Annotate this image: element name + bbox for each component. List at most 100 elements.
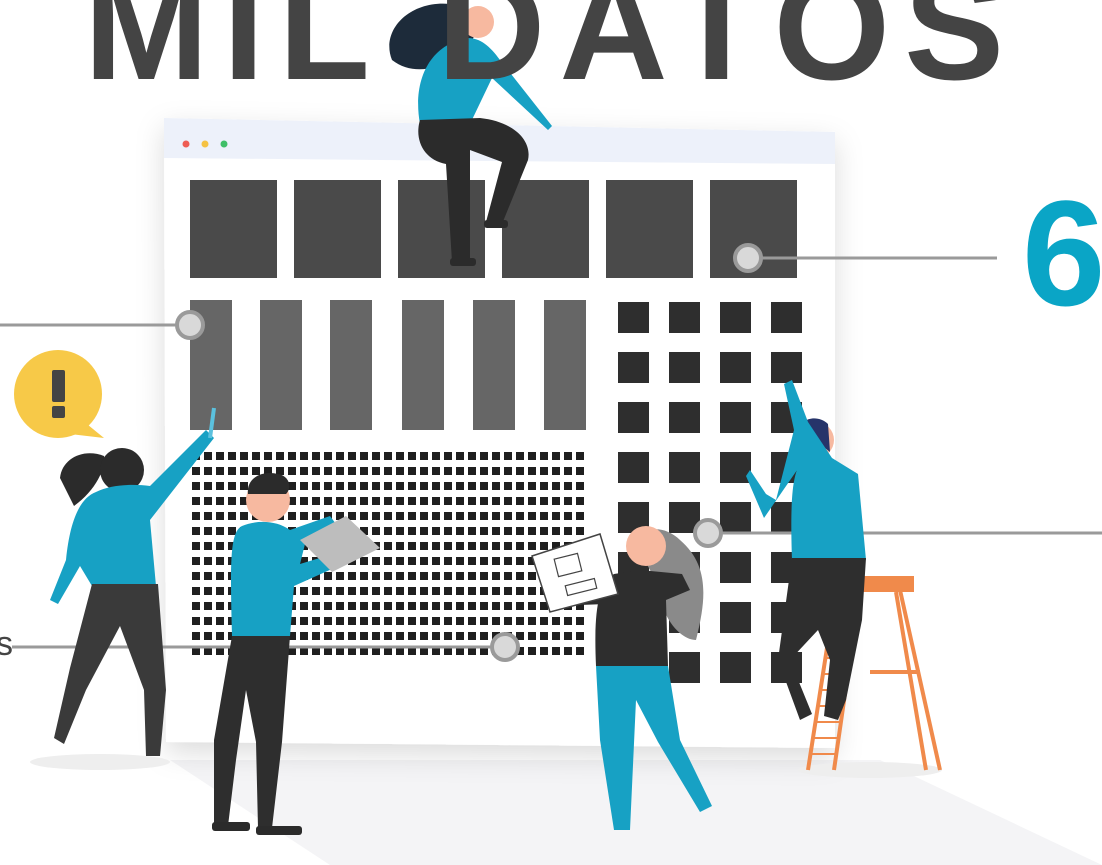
grid-dot <box>384 512 392 520</box>
grid-dot <box>216 482 224 490</box>
grid-dot <box>564 452 572 460</box>
grid-dot <box>324 482 332 490</box>
grid-dot <box>552 647 560 655</box>
grid-dot <box>576 512 584 520</box>
grid-dot <box>372 557 380 565</box>
grid-dot <box>192 617 200 625</box>
window-dot-yellow <box>201 140 209 148</box>
grid-dot <box>204 557 212 565</box>
grid-dot <box>540 512 548 520</box>
grid-dot <box>204 482 212 490</box>
grid-dot <box>540 452 548 460</box>
grid-dot <box>576 452 584 460</box>
grid-dot <box>456 467 464 475</box>
grid-dot <box>456 497 464 505</box>
grid-dot <box>420 557 428 565</box>
grid-dot <box>336 632 344 640</box>
grid-dot <box>396 497 404 505</box>
grid-dot <box>192 557 200 565</box>
grid-dot <box>576 632 584 640</box>
grid-dot <box>348 632 356 640</box>
grid-dot <box>396 482 404 490</box>
grid-dot <box>408 572 416 580</box>
grid-dot <box>552 632 560 640</box>
grid-dot <box>468 452 476 460</box>
grid-dot <box>432 542 440 550</box>
grid-dot <box>264 452 272 460</box>
grid-dot <box>456 602 464 610</box>
grid-dot <box>288 467 296 475</box>
grid-dot <box>480 617 488 625</box>
grid-dot <box>204 467 212 475</box>
grid-dot <box>360 512 368 520</box>
grid-dot <box>384 452 392 460</box>
grid-dot <box>408 557 416 565</box>
grid-dot <box>516 572 524 580</box>
grid-dot <box>396 527 404 535</box>
grid-dot <box>528 512 536 520</box>
grid-dot <box>456 542 464 550</box>
grid-dot <box>372 497 380 505</box>
grid-dot <box>576 647 584 655</box>
grid-dot <box>312 497 320 505</box>
grid-dot <box>276 467 284 475</box>
grid-dot <box>444 557 452 565</box>
grid-dot <box>384 632 392 640</box>
grid-dot <box>372 527 380 535</box>
grid-dot <box>480 572 488 580</box>
grid-dot <box>504 602 512 610</box>
grid-dot <box>444 572 452 580</box>
grid-dot <box>468 467 476 475</box>
grid-dot <box>504 467 512 475</box>
grid-dot <box>420 527 428 535</box>
grid-dot <box>384 572 392 580</box>
grid-dot <box>540 467 548 475</box>
grid-dot <box>432 557 440 565</box>
grid-dot <box>444 467 452 475</box>
grid-dot <box>468 602 476 610</box>
grid-square <box>669 452 700 483</box>
grid-dot <box>492 527 500 535</box>
grid-dot <box>216 452 224 460</box>
grid-square <box>720 652 751 683</box>
grid-dot <box>360 602 368 610</box>
grid-dot <box>204 497 212 505</box>
grid-dot <box>288 452 296 460</box>
grid-dot <box>480 632 488 640</box>
grid-dot <box>324 632 332 640</box>
grid-dot <box>396 632 404 640</box>
grid-dot <box>516 512 524 520</box>
grid-dot <box>432 587 440 595</box>
grid-dot <box>216 542 224 550</box>
grid-dot <box>540 647 548 655</box>
grid-dot <box>504 557 512 565</box>
grid-dot <box>432 602 440 610</box>
grid-dot <box>468 512 476 520</box>
grid-dot <box>240 512 248 520</box>
grid-square <box>618 452 649 483</box>
grid-dot <box>408 452 416 460</box>
grid-dot <box>432 527 440 535</box>
grid-dot <box>516 467 524 475</box>
grid-dot <box>480 497 488 505</box>
grid-dot <box>492 557 500 565</box>
grid-dot <box>348 617 356 625</box>
grid-dot <box>516 542 524 550</box>
grid-dot <box>360 572 368 580</box>
grid-dot <box>528 587 536 595</box>
grid-dot <box>396 467 404 475</box>
grid-square <box>720 552 751 583</box>
grid-dot <box>192 632 200 640</box>
grid-dot <box>324 587 332 595</box>
grid-dot <box>552 452 560 460</box>
grid-square <box>669 302 700 333</box>
grid-dot <box>540 617 548 625</box>
grid-dot <box>240 482 248 490</box>
headline: MIL DATOS <box>83 0 1019 102</box>
floor-shadow <box>170 760 1102 865</box>
grid-dot <box>384 617 392 625</box>
grid-dot <box>540 527 548 535</box>
annotation-label: s <box>0 625 13 663</box>
grid-dot <box>540 497 548 505</box>
grid-dot <box>228 497 236 505</box>
